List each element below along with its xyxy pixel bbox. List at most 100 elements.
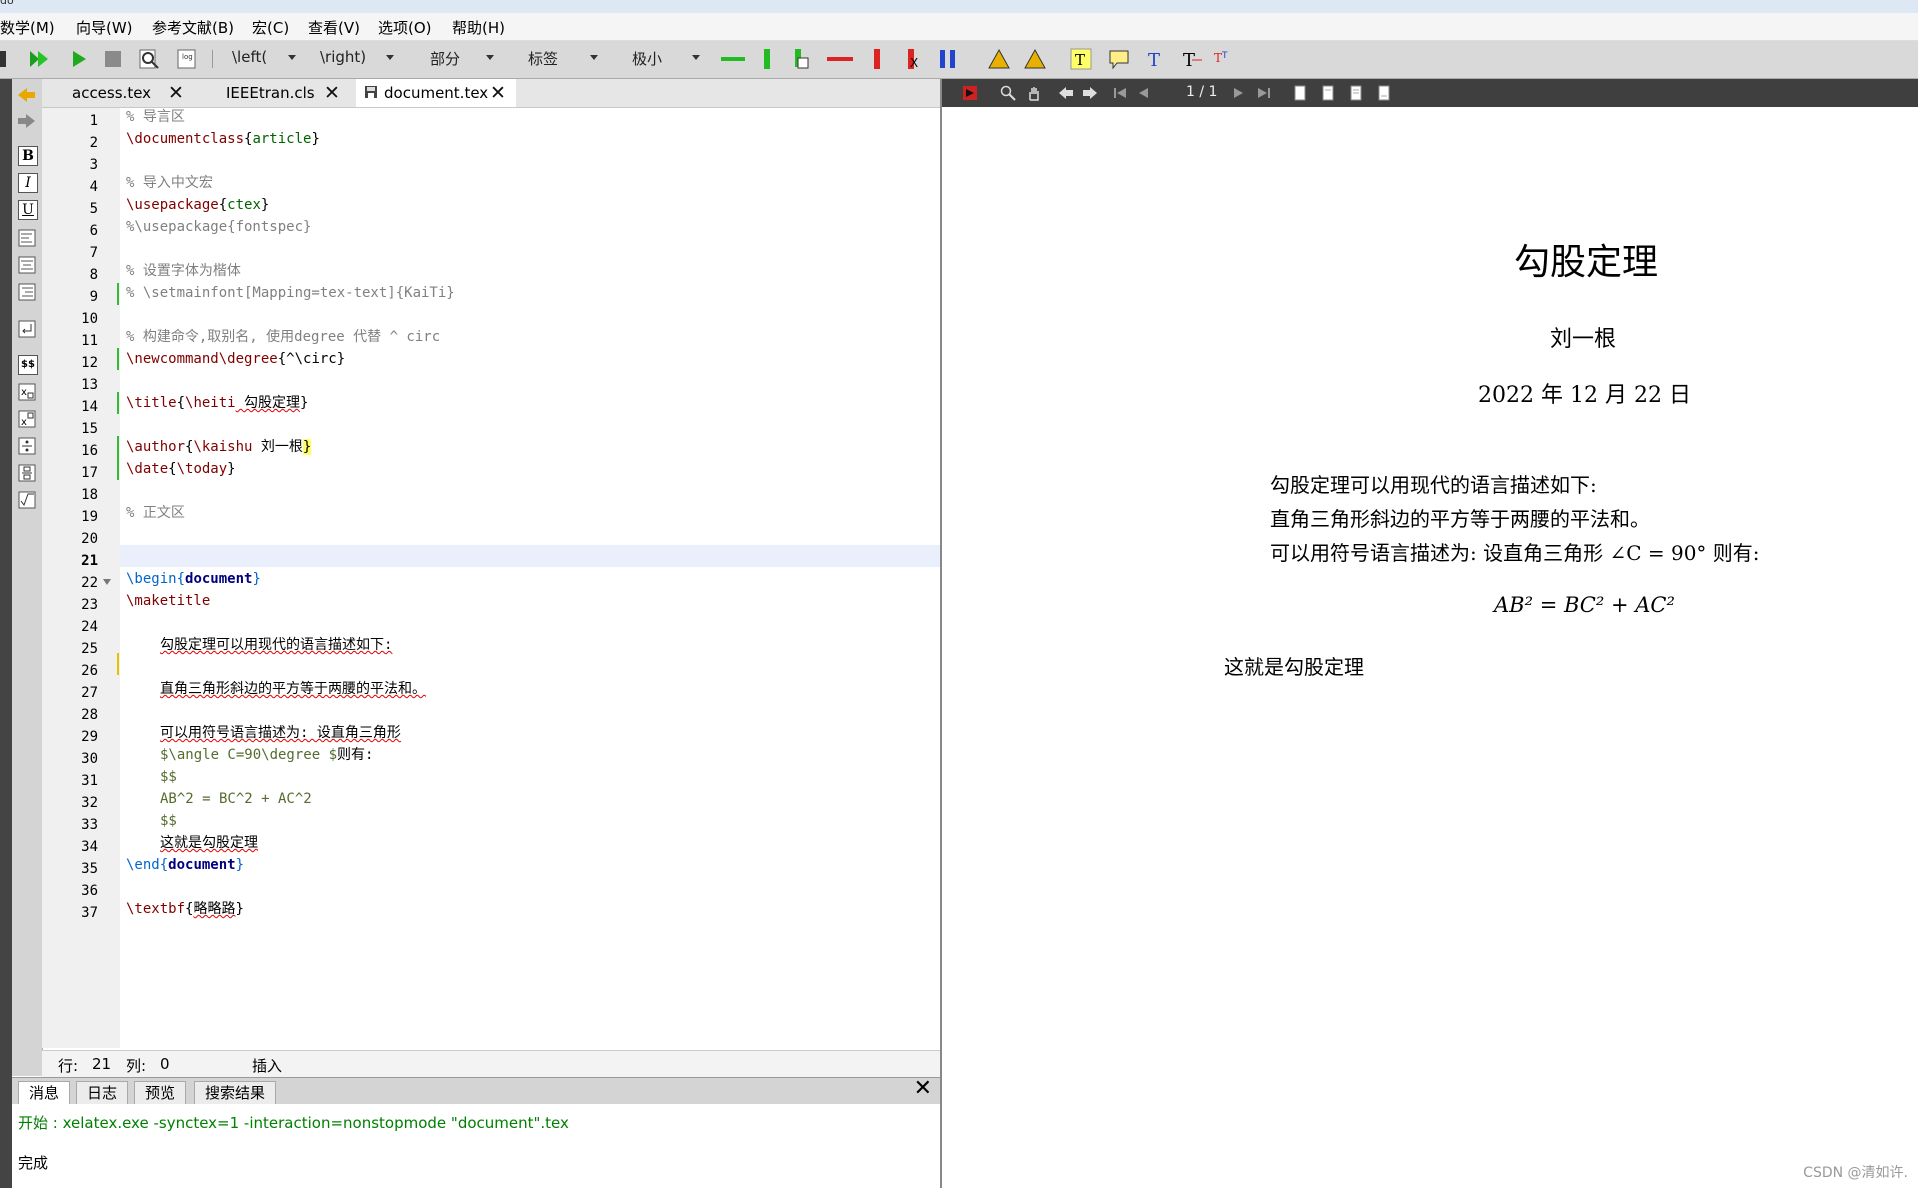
close-icon[interactable]: ✕ [168,79,184,107]
code-line: $$ [160,769,177,785]
dfrac-icon[interactable] [18,464,36,482]
text-blue-icon[interactable]: T [1144,48,1166,70]
history-back-icon[interactable] [1058,85,1074,101]
section-combo[interactable]: 部分 [430,48,494,70]
code-argument: 略略路 [193,901,236,917]
chevron-down-icon [288,55,296,60]
watermark: CSDN @清如许. [1803,1165,1908,1181]
structure-sidebar: B I U $$ x x [12,79,43,1076]
sqrt-icon[interactable] [18,491,36,509]
compile-icon[interactable] [68,48,90,70]
delete-column-icon[interactable]: X [902,48,924,70]
code-line: % 构建命令,取别名, 使用degree 代替 ^ circ [126,329,441,345]
tab-document-tex[interactable]: document.tex ✕ [356,79,516,107]
status-bar: 行: 21 列: 0 插入 [42,1050,940,1077]
history-forward-icon[interactable] [1082,85,1098,101]
view-icon[interactable] [138,48,160,70]
table-insert-icon[interactable] [790,48,812,70]
line-number: 12 [81,355,98,371]
size-combo[interactable]: 极小 [632,48,700,70]
label-combo[interactable]: 标签 [528,48,598,70]
menu-macros[interactable]: 宏(C) [252,17,289,38]
tab-log[interactable]: 日志 [76,1081,129,1105]
inline-math-icon[interactable]: $$ [18,355,38,375]
quick-build-icon[interactable] [28,48,50,70]
text-highlight-icon[interactable]: T [1070,48,1092,70]
text-superscript-icon[interactable]: TT [1212,48,1234,70]
arrow-right-icon[interactable] [18,113,36,129]
tab-search-results[interactable]: 搜索结果 [194,1081,277,1105]
stop-icon[interactable] [102,48,124,70]
menu-view[interactable]: 查看(V) [308,17,360,38]
svg-text:T: T [1075,51,1085,69]
change-marker [117,392,119,414]
newline-icon[interactable] [18,320,36,338]
fit-page-icon[interactable] [1376,85,1392,101]
prev-page-icon[interactable] [1136,85,1152,101]
line-number: 29 [81,729,98,745]
right-delimiter-combo[interactable]: \right) [320,48,394,70]
tab-access-tex[interactable]: access.tex ✕ [50,79,200,107]
pdf-title: 勾股定理 [1514,242,1659,283]
menu-options[interactable]: 选项(O) [378,17,432,38]
left-delimiter-value: \left( [232,48,268,66]
comment-icon[interactable] [1108,48,1130,70]
tab-messages[interactable]: 消息 [18,1081,71,1105]
menu-math[interactable]: 数学(M) [0,17,55,38]
pdf-date: 2022 年 12 月 22 日 [1478,383,1691,408]
pdf-viewer[interactable]: 勾股定理 刘一根 2022 年 12 月 22 日 勾股定理可以用现代的语言描述… [942,107,1918,1188]
hline-red-icon[interactable] [826,48,854,70]
code-line: % \setmainfont[Mapping=tex-text]{KaiTi} [126,285,455,301]
bookmark-prev-icon[interactable] [988,48,1010,70]
arrow-left-icon[interactable] [18,87,36,103]
log-icon[interactable]: log [176,48,198,70]
code-line: AB^2 = BC^2 + AC^2 [160,791,312,807]
vline-green-icon[interactable] [756,48,778,70]
left-delimiter-combo[interactable]: \left( [232,48,296,70]
superscript-icon[interactable]: x [18,410,36,428]
code-command: \documentclass [126,131,245,147]
fraction-icon[interactable] [18,437,36,455]
code-command: \usepackage [126,197,219,213]
menu-wizard[interactable]: 向导(W) [76,17,133,38]
code-line: \documentclass{article} [126,131,320,147]
align-right-icon[interactable] [18,283,36,301]
bold-icon[interactable]: B [18,146,38,166]
two-page-icon[interactable] [1348,85,1364,101]
tab-preview[interactable]: 预览 [134,1081,187,1105]
first-page-icon[interactable] [1112,85,1128,101]
vline-red-icon[interactable] [866,48,888,70]
hline-green-icon[interactable] [720,48,746,70]
pdf-author: 刘一根 [1550,327,1617,352]
code-argument: ctex [227,197,261,213]
menu-bibliography[interactable]: 参考文献(B) [152,17,234,38]
text-strike-icon[interactable]: T [1180,48,1202,70]
single-page-icon[interactable] [1292,85,1308,101]
line-number: 23 [81,597,98,613]
chevron-down-icon [386,55,394,60]
align-left-icon[interactable] [18,229,36,247]
menu-help[interactable]: 帮助(H) [452,17,505,38]
chevron-down-icon [692,55,700,60]
hand-icon[interactable] [1026,85,1042,101]
close-icon[interactable]: ✕ [914,1076,932,1101]
code-argument: document [168,857,236,873]
code-line: % 导入中文宏 [126,175,213,191]
last-page-icon[interactable] [1256,85,1272,101]
continuous-page-icon[interactable] [1320,85,1336,101]
status-insert-mode: 插入 [252,1057,283,1075]
line-number: 20 [81,531,98,547]
next-page-icon[interactable] [1230,85,1246,101]
tab-ieeetran-cls[interactable]: IEEEtran.cls ✕ [212,79,362,107]
zoom-icon[interactable] [1000,85,1016,101]
close-icon[interactable]: ✕ [490,79,506,107]
italic-icon[interactable]: I [18,173,38,193]
fold-arrow-icon[interactable] [102,577,112,587]
subscript-icon[interactable]: x [18,383,36,401]
pdf-sync-icon[interactable] [962,85,978,101]
align-columns-icon[interactable] [938,48,960,70]
bookmark-next-icon[interactable] [1024,48,1046,70]
close-icon[interactable]: ✕ [324,79,340,107]
align-center-icon[interactable] [18,256,36,274]
underline-icon[interactable]: U [18,200,38,220]
